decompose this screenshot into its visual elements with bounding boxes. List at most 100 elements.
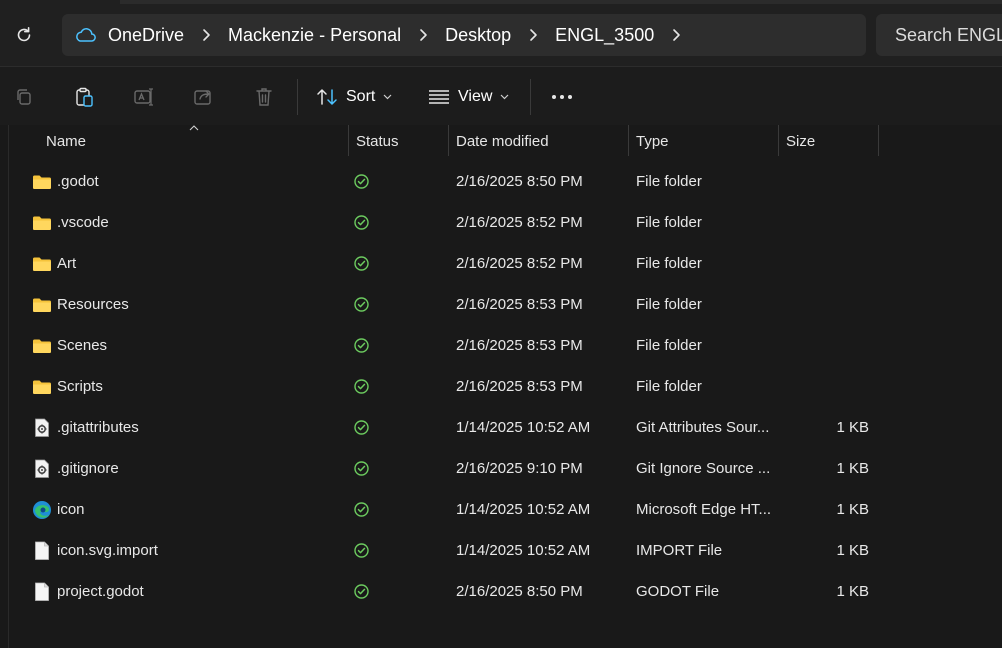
column-header-type[interactable]: Type <box>636 125 776 157</box>
folder-icon <box>31 161 53 202</box>
chevron-right-icon[interactable] <box>403 28 443 42</box>
sync-status-icon <box>354 489 374 530</box>
paste-button[interactable] <box>70 83 98 111</box>
title-address-region: OneDrive Mackenzie - Personal Desktop EN… <box>0 0 1002 66</box>
file-size: 1 KB <box>836 501 869 518</box>
file-row[interactable]: Resources 2/16/2025 8:53 PM File folder <box>0 284 1002 325</box>
sort-button[interactable]: Sort <box>316 81 392 113</box>
file-row[interactable]: Scripts 2/16/2025 8:53 PM File folder <box>0 366 1002 407</box>
blank-file-icon <box>31 571 53 612</box>
column-separator[interactable] <box>448 125 449 156</box>
file-row[interactable]: .gitattributes 1/14/2025 10:52 AM Git At… <box>0 407 1002 448</box>
column-separator[interactable] <box>628 125 629 156</box>
file-date-modified: 2/16/2025 8:52 PM <box>456 255 583 272</box>
file-date-modified: 2/16/2025 9:10 PM <box>456 460 583 477</box>
column-separator[interactable] <box>348 125 349 156</box>
breadcrumb-desktop[interactable]: Desktop <box>443 25 513 46</box>
file-name: project.godot <box>57 583 144 600</box>
clipboard-icon <box>76 87 93 107</box>
sync-status-icon <box>354 202 374 243</box>
file-row[interactable]: Art 2/16/2025 8:52 PM File folder <box>0 243 1002 284</box>
share-icon <box>194 90 211 105</box>
delete-button[interactable] <box>250 83 278 111</box>
column-header-date-label: Date modified <box>456 132 549 150</box>
chevron-right-icon[interactable] <box>513 28 553 42</box>
file-row[interactable]: Scenes 2/16/2025 8:53 PM File folder <box>0 325 1002 366</box>
column-separator[interactable] <box>878 125 879 156</box>
window-top-strip <box>120 0 1002 4</box>
folder-icon <box>31 202 53 243</box>
file-row[interactable]: project.godot 2/16/2025 8:50 PM GODOT Fi… <box>0 571 1002 612</box>
file-name: .gitignore <box>57 460 119 477</box>
refresh-icon <box>17 27 31 42</box>
breadcrumb-engl-3500[interactable]: ENGL_3500 <box>553 25 656 46</box>
view-button[interactable]: View <box>428 81 509 113</box>
breadcrumb-personal[interactable]: Mackenzie - Personal <box>226 25 403 46</box>
sync-status-icon <box>354 243 374 284</box>
file-name: Art <box>57 255 77 272</box>
file-type: GODOT File <box>636 583 720 600</box>
column-header-size[interactable]: Size <box>786 125 876 157</box>
blank-file-icon <box>31 530 53 571</box>
file-row[interactable]: .vscode 2/16/2025 8:52 PM File folder <box>0 202 1002 243</box>
sort-ascending-icon <box>189 125 199 131</box>
file-type: Microsoft Edge HT... <box>636 501 772 518</box>
more-options-button[interactable] <box>548 83 576 111</box>
column-header-status-label: Status <box>356 132 399 150</box>
file-size <box>780 366 869 407</box>
file-row[interactable]: icon 1/14/2025 10:52 AM Microsoft Edge H… <box>0 489 1002 530</box>
toolbar-separator <box>297 79 298 115</box>
file-type: IMPORT File <box>636 542 723 559</box>
file-name: icon <box>57 501 85 518</box>
file-size <box>780 284 869 325</box>
file-date-modified: 1/14/2025 10:52 AM <box>456 419 591 436</box>
folder-icon <box>31 325 53 366</box>
chevron-right-icon[interactable] <box>186 28 226 42</box>
file-date-modified: 1/14/2025 10:52 AM <box>456 542 591 559</box>
file-size: 1 KB <box>836 419 869 436</box>
sync-status-icon <box>354 161 374 202</box>
file-name: .gitattributes <box>57 419 139 436</box>
sync-status-icon <box>354 366 374 407</box>
toolbar-separator <box>530 79 531 115</box>
file-name: .vscode <box>57 214 109 231</box>
file-size <box>780 325 869 366</box>
sync-status-icon <box>354 530 374 571</box>
sync-status-icon <box>354 325 374 366</box>
chevron-down-icon <box>383 94 392 100</box>
file-type: Git Attributes Sour... <box>636 419 770 436</box>
breadcrumb-onedrive[interactable]: OneDrive <box>106 25 186 46</box>
file-date-modified: 2/16/2025 8:50 PM <box>456 583 583 600</box>
search-box[interactable]: Search ENGL_3500 <box>876 14 1002 56</box>
chevron-right-icon[interactable] <box>656 28 696 42</box>
sync-status-icon <box>354 407 374 448</box>
column-separator[interactable] <box>778 125 779 156</box>
sync-status-icon <box>354 571 374 612</box>
file-date-modified: 2/16/2025 8:50 PM <box>456 173 583 190</box>
address-bar[interactable]: OneDrive Mackenzie - Personal Desktop EN… <box>62 14 866 56</box>
file-list: .godot 2/16/2025 8:50 PM File folder .vs… <box>0 161 1002 612</box>
file-name: icon.svg.import <box>57 542 158 559</box>
column-header-status[interactable]: Status <box>356 125 446 157</box>
config-file-icon <box>31 407 53 448</box>
sort-icon <box>317 89 337 105</box>
file-name: Scenes <box>57 337 108 354</box>
search-input[interactable]: Search ENGL_3500 <box>895 25 1002 46</box>
file-name: Scripts <box>57 378 103 395</box>
refresh-button[interactable] <box>8 20 40 50</box>
file-type: File folder <box>636 173 702 190</box>
copy-button[interactable] <box>10 83 38 111</box>
file-size <box>780 243 869 284</box>
column-header-date[interactable]: Date modified <box>456 125 626 157</box>
file-size: 1 KB <box>836 583 869 600</box>
rename-button[interactable] <box>130 83 158 111</box>
command-bar: Sort View <box>0 67 1002 125</box>
column-header-name-label: Name <box>46 132 87 150</box>
share-button[interactable] <box>190 83 218 111</box>
file-type: File folder <box>636 378 702 395</box>
file-date-modified: 2/16/2025 8:53 PM <box>456 337 583 354</box>
file-row[interactable]: .godot 2/16/2025 8:50 PM File folder <box>0 161 1002 202</box>
file-row[interactable]: .gitignore 2/16/2025 9:10 PM Git Ignore … <box>0 448 1002 489</box>
file-type: Git Ignore Source ... <box>636 460 771 477</box>
file-row[interactable]: icon.svg.import 1/14/2025 10:52 AM IMPOR… <box>0 530 1002 571</box>
